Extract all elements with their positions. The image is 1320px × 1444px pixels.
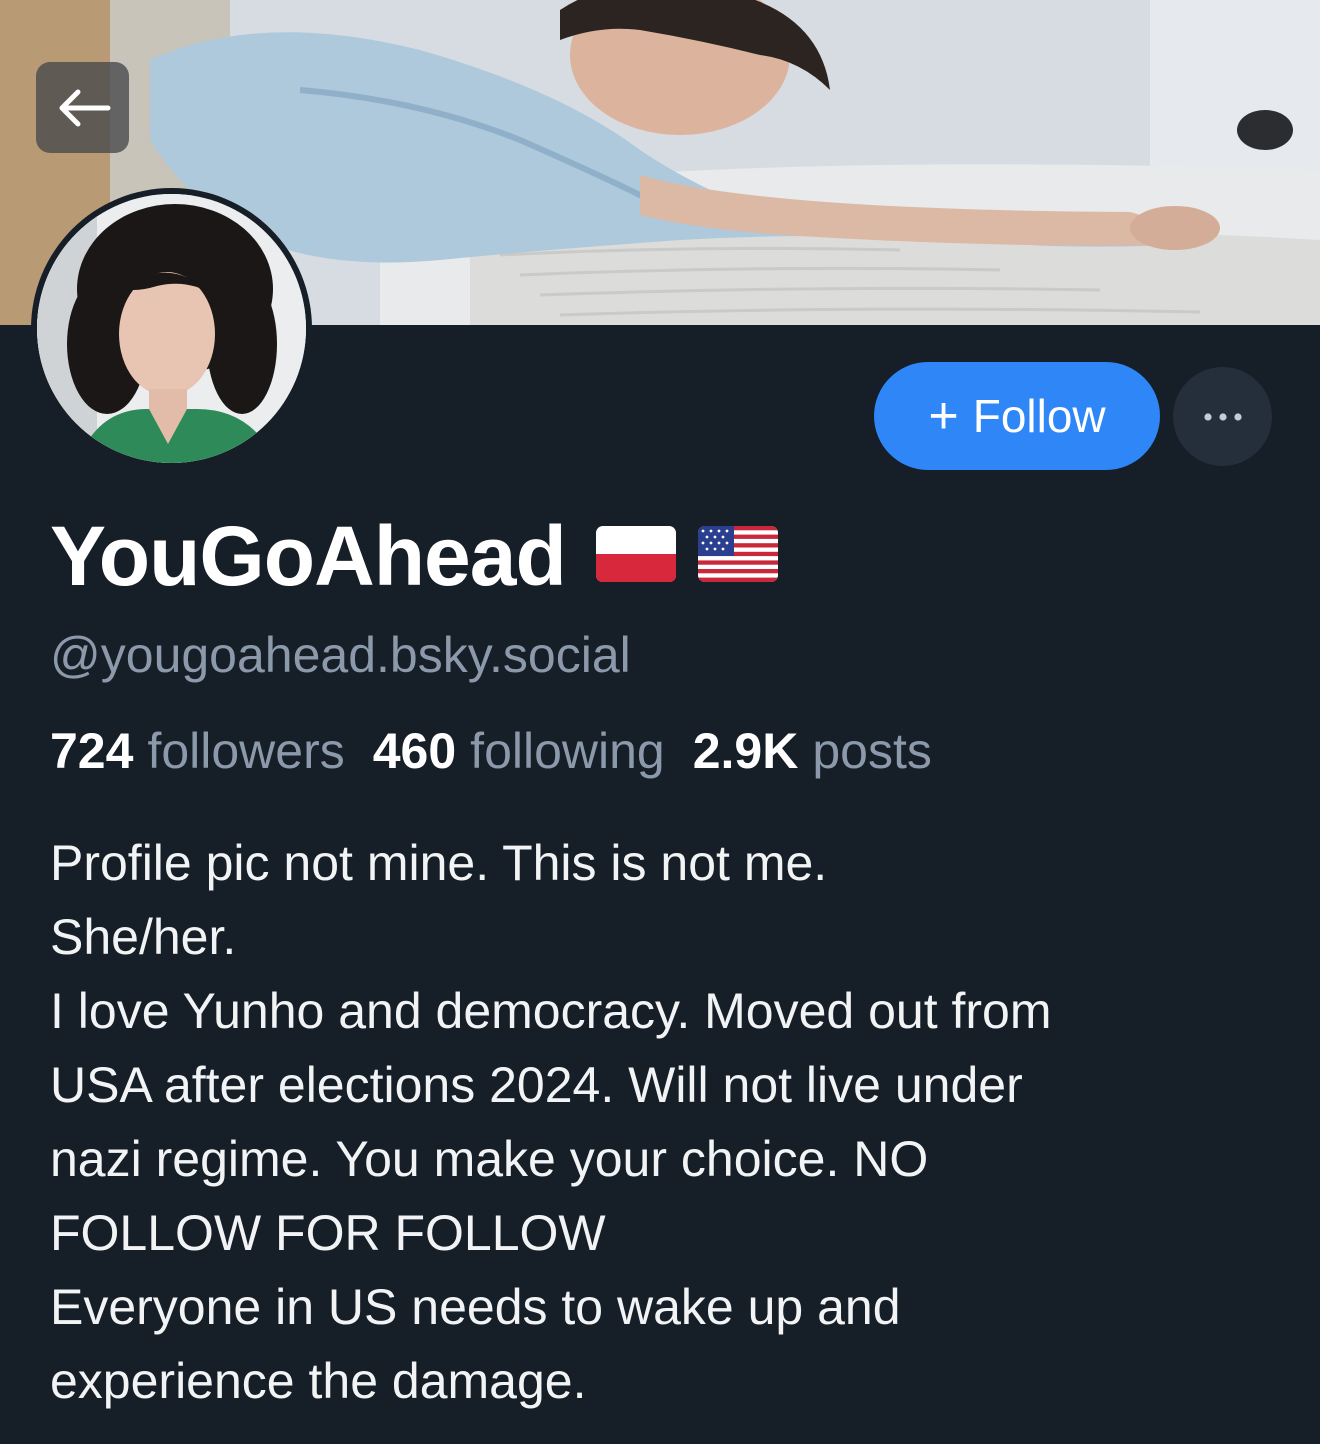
bio-line: USA after elections 2024. Will not live … xyxy=(50,1057,1023,1113)
following-count: 460 xyxy=(372,723,457,779)
posts-label: posts xyxy=(812,723,932,779)
avatar-image xyxy=(37,194,306,463)
bio-line: Profile pic not mine. This is not me. xyxy=(50,835,828,891)
arrow-left-icon xyxy=(59,89,110,126)
following-label: following xyxy=(470,723,665,779)
posts-stat: 2.9K posts xyxy=(693,722,932,780)
profile-handle: @yougoahead.bsky.social xyxy=(50,627,631,683)
plus-icon: + xyxy=(928,387,959,445)
display-name: YouGoAhead xyxy=(50,509,567,603)
bio-line: She/her. xyxy=(50,909,237,965)
followers-label: followers xyxy=(147,723,345,779)
follow-button-label: Follow xyxy=(972,390,1106,442)
back-button[interactable] xyxy=(36,62,129,153)
followers-count: 724 xyxy=(50,723,134,779)
bio-line: Everyone in US needs to wake up and xyxy=(50,1279,901,1335)
profile-bio: Profile pic not mine. This is not me. Sh… xyxy=(50,826,1280,1418)
profile-stats: 724 followers 460 following 2.9K posts xyxy=(50,722,960,780)
avatar[interactable] xyxy=(31,188,312,469)
bio-line: FOLLOW FOR FOLLOW xyxy=(50,1205,606,1261)
bio-line: I love Yunho and democracy. Moved out fr… xyxy=(50,983,1052,1039)
followers-stat[interactable]: 724 followers xyxy=(50,722,345,780)
ellipsis-icon xyxy=(1203,412,1242,421)
bio-line: nazi regime. You make your choice. NO xyxy=(50,1131,929,1187)
usa-flag-icon xyxy=(697,526,778,587)
bio-line: experience the damage. xyxy=(50,1353,587,1409)
more-options-button[interactable] xyxy=(1173,367,1272,466)
posts-count: 2.9K xyxy=(692,723,799,779)
following-stat[interactable]: 460 following xyxy=(373,722,665,780)
display-name-row: YouGoAhead xyxy=(50,508,778,605)
follow-button[interactable]: + Follow xyxy=(874,362,1160,470)
poland-flag-icon xyxy=(595,526,676,587)
